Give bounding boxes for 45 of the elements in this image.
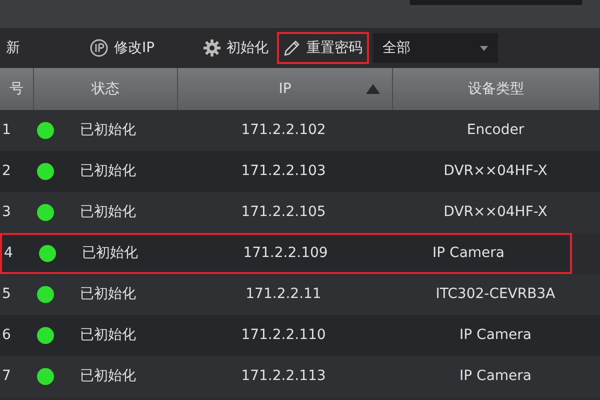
table-row[interactable]: 4 已初始化 171.2.2.109 IP Camera <box>0 233 572 274</box>
ip-address: 171.2.2.110 <box>241 326 326 345</box>
toolbar-button[interactable]: 初始化 <box>196 32 275 64</box>
status-text: 已初始化 <box>80 203 136 222</box>
table-row[interactable]: 2 已初始化 171.2.2.103 DVR××04HF-X <box>0 151 600 192</box>
toolbar-text[interactable]: 新 <box>0 32 26 64</box>
table-row[interactable]: 1 已初始化 171.2.2.102 Encoder <box>0 110 600 151</box>
ip-address: 171.2.2.113 <box>241 367 326 386</box>
row-number: 4 <box>4 244 13 263</box>
device-type: ITC302-CEVRB3A <box>436 285 556 304</box>
device-type: DVR××04HF-X <box>444 162 548 181</box>
toolbar-button[interactable]: 修改IP <box>84 32 161 64</box>
status-text: 已初始化 <box>80 326 136 345</box>
ip-address: 171.2.2.103 <box>241 162 326 181</box>
caret-icon <box>480 46 488 50</box>
row-number: 5 <box>2 285 11 304</box>
filter-dropdown[interactable]: 全部 <box>372 33 498 63</box>
row-number: 6 <box>2 326 11 345</box>
status-text: 已初始化 <box>80 162 136 181</box>
ip-circle-icon <box>90 39 108 57</box>
status-text: 已初始化 <box>80 285 136 304</box>
table-row[interactable]: 5 已初始化 171.2.2.11 ITC302-CEVRB3A <box>0 274 600 315</box>
status-text: 已初始化 <box>80 367 136 386</box>
status-text: 已初始化 <box>80 121 136 140</box>
ip-address: 171.2.2.102 <box>241 121 326 140</box>
table-row[interactable]: 3 已初始化 171.2.2.105 DVR××04HF-X <box>0 192 600 233</box>
table-row[interactable]: 6 已初始化 171.2.2.110 IP Camera <box>0 315 600 356</box>
ip-address: 171.2.2.105 <box>241 203 326 222</box>
device-type: IP Camera <box>460 367 532 386</box>
device-type: IP Camera <box>432 244 504 263</box>
ip-address: 171.2.2.109 <box>243 244 328 263</box>
pencil-icon <box>282 39 301 57</box>
row-number: 3 <box>2 203 11 222</box>
device-type: IP Camera <box>460 326 532 345</box>
toolbar-button[interactable]: 重置密码 <box>276 32 369 64</box>
table-row[interactable]: 7 已初始化 171.2.2.113 IP Camera <box>0 356 600 397</box>
device-type: DVR××04HF-X <box>444 203 548 222</box>
row-number: 1 <box>2 121 11 140</box>
gear-icon <box>202 39 221 57</box>
status-text: 已初始化 <box>82 244 138 263</box>
row-number: 7 <box>2 367 11 386</box>
ip-address: 171.2.2.11 <box>246 285 322 304</box>
row-number: 2 <box>2 162 11 181</box>
sort-ascending-icon <box>366 84 380 94</box>
device-type: Encoder <box>466 121 524 140</box>
